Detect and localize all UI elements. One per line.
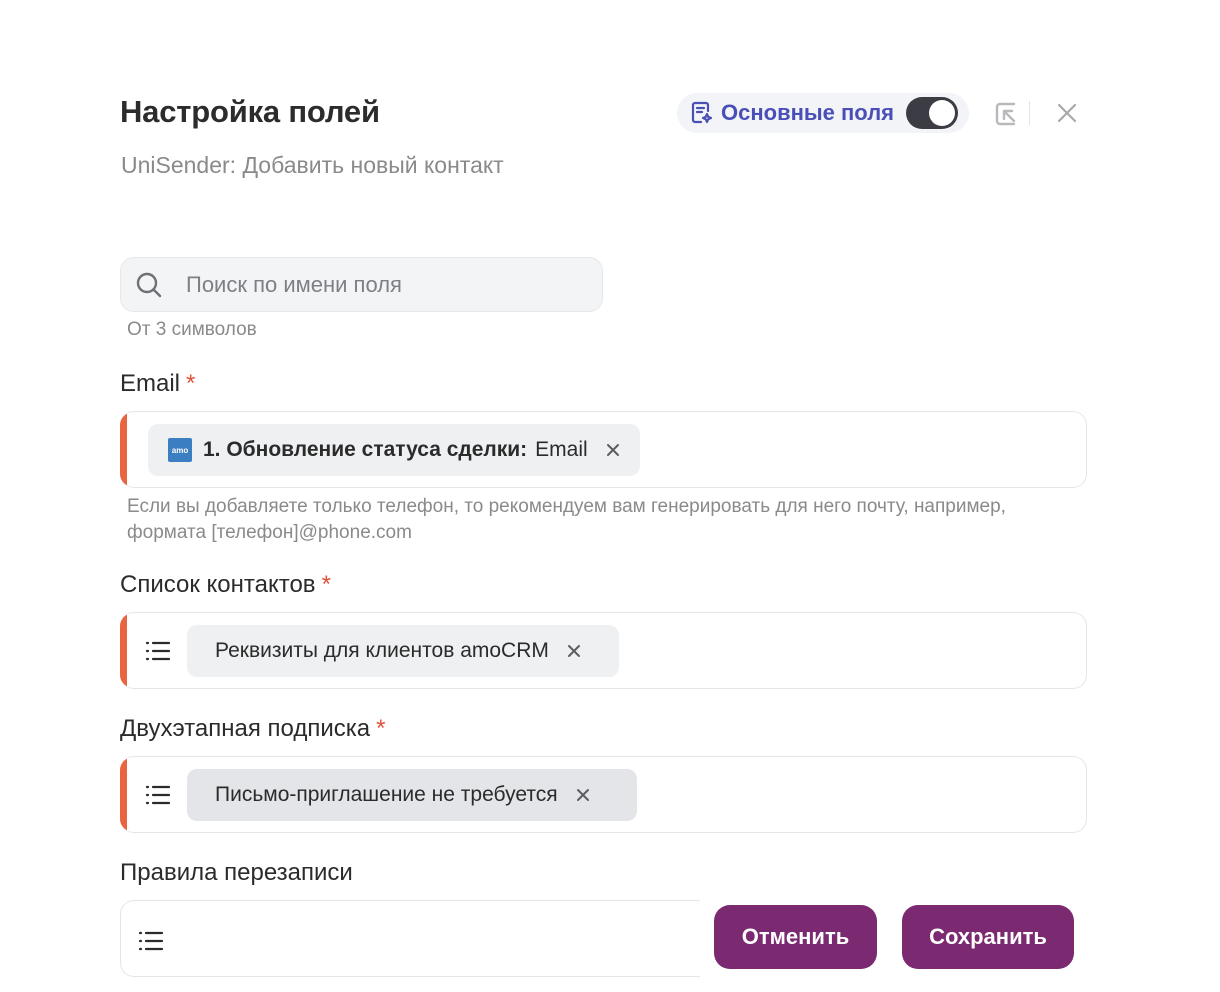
option-chip[interactable]: Реквизиты для клиентов amoCRM: [187, 625, 619, 677]
chip-source: 1. Обновление статуса сделки:: [203, 438, 528, 461]
collapse-icon: [992, 99, 1022, 129]
field-label-text: Список контактов: [120, 571, 316, 598]
field-label-text: Двухэтапная подписка: [120, 715, 371, 742]
field-label-email: Email *: [120, 370, 195, 398]
required-accent-bar: [120, 412, 127, 487]
variable-chip[interactable]: amo 1. Обновление статуса сделки: Email: [148, 424, 640, 476]
amocrm-logo-icon: amo: [168, 438, 192, 462]
search-hint: От 3 символов: [127, 319, 257, 340]
page-subtitle: UniSender: Добавить новый контакт: [121, 152, 504, 178]
mode-label: Основные поля: [721, 100, 895, 125]
field-label-text: Email: [120, 370, 181, 397]
field-label-double-optin: Двухэтапная подписка *: [120, 715, 385, 743]
page-title: Настройка полей: [120, 94, 380, 129]
chip-value: Письмо-приглашение не требуется: [215, 783, 558, 806]
close-button[interactable]: [1053, 99, 1081, 127]
chip-value: Email: [535, 438, 588, 461]
remove-chip-icon[interactable]: [604, 441, 622, 459]
double-optin-field[interactable]: Письмо-приглашение не требуется: [120, 756, 1087, 833]
required-accent-bar: [120, 613, 127, 688]
list-icon: [137, 927, 165, 955]
field-label-contact-list: Список контактов *: [120, 571, 331, 599]
ai-document-icon: [689, 100, 715, 126]
field-label-overwrite-rules: Правила перезаписи: [120, 859, 353, 887]
overwrite-rules-field[interactable]: [120, 900, 720, 977]
header-divider: [1029, 101, 1030, 125]
email-help-text: Если вы добавляете только телефон, то ре…: [127, 496, 1006, 543]
required-mark: *: [376, 715, 386, 742]
search-icon: [135, 271, 163, 299]
contact-list-field[interactable]: Реквизиты для клиентов amoCRM: [120, 612, 1087, 689]
required-mark: *: [321, 571, 331, 598]
field-label-text: Правила перезаписи: [120, 859, 353, 886]
main-fields-mode-switch[interactable]: Основные поля: [677, 93, 969, 133]
close-icon: [1056, 102, 1078, 124]
required-accent-bar: [120, 757, 127, 832]
toggle-knob: [929, 100, 955, 126]
remove-chip-icon[interactable]: [565, 642, 583, 660]
search-input[interactable]: [186, 271, 566, 298]
mode-toggle[interactable]: [906, 97, 958, 129]
remove-chip-icon[interactable]: [574, 786, 592, 804]
amocrm-badge-text: amo: [171, 445, 189, 455]
list-icon: [144, 781, 172, 809]
chip-value: Реквизиты для клиентов amoCRM: [215, 639, 549, 662]
save-button[interactable]: Сохранить: [902, 905, 1074, 969]
email-field[interactable]: amo 1. Обновление статуса сделки: Email: [120, 411, 1087, 488]
option-chip[interactable]: Письмо-приглашение не требуется: [187, 769, 637, 821]
list-icon: [144, 637, 172, 665]
cancel-button[interactable]: Отменить: [714, 905, 877, 969]
required-mark: *: [186, 370, 196, 397]
field-search: [120, 257, 603, 312]
collapse-button[interactable]: [990, 98, 1024, 130]
